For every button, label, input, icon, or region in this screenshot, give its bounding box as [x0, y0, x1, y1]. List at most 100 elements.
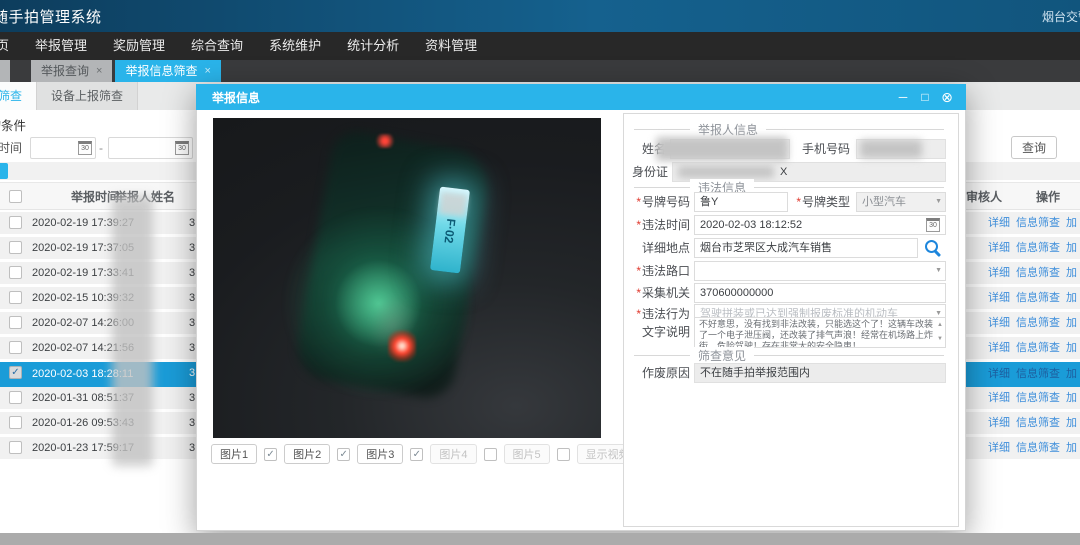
void-reason-label: 作废原因	[632, 363, 690, 383]
image-checkbox-3[interactable]: ✓	[410, 448, 423, 461]
minimize-icon[interactable]: ─	[892, 90, 914, 104]
select-all-checkbox[interactable]	[9, 190, 22, 203]
action-link-1[interactable]: 详细	[988, 317, 1010, 329]
row-checkbox[interactable]	[9, 291, 22, 304]
row-checkbox[interactable]	[9, 416, 22, 429]
action-link-3[interactable]: 加	[1066, 292, 1077, 304]
menu-item-2[interactable]: 举报管理	[22, 32, 100, 60]
action-link-2[interactable]: 信息筛查	[1016, 292, 1060, 304]
action-link-3[interactable]: 加	[1066, 342, 1077, 354]
plate-type-select[interactable]: 小型汽车	[856, 192, 946, 212]
void-reason-input[interactable]: 不在随手拍举报范围内	[694, 363, 946, 383]
close-icon[interactable]: ⊗	[936, 89, 958, 106]
subtab-1[interactable]: 举报筛查	[0, 82, 37, 110]
row-checkbox[interactable]: ✓	[9, 366, 22, 379]
subtab-2[interactable]: 设备上报筛查	[37, 82, 138, 110]
evidence-photo: F·02	[213, 118, 601, 438]
image-checkbox-1[interactable]: ✓	[264, 448, 277, 461]
section-review-label: 筛查意见	[690, 347, 754, 364]
row-checkbox[interactable]	[9, 441, 22, 454]
action-link-2[interactable]: 信息筛查	[1016, 392, 1060, 404]
query-button[interactable]: 查询	[1011, 136, 1057, 159]
toolbar-button-partial[interactable]	[0, 163, 8, 179]
violation-time-label: 违法时间	[642, 218, 690, 232]
action-link-1[interactable]: 详细	[988, 217, 1010, 229]
menu-item-4[interactable]: 综合查询	[178, 32, 256, 60]
image-button-2[interactable]: 图片2	[284, 444, 330, 464]
action-link-1[interactable]: 详细	[988, 368, 1010, 380]
date-from-input[interactable]: 30	[30, 137, 96, 159]
date-to-input[interactable]: 30	[108, 137, 193, 159]
action-link-2[interactable]: 信息筛查	[1016, 442, 1060, 454]
cell-id-partial: 3	[189, 337, 195, 359]
maximize-icon[interactable]: □	[914, 90, 936, 104]
image-button-1[interactable]: 图片1	[211, 444, 257, 464]
required-asterisk: *	[636, 264, 641, 278]
scroll-up-icon[interactable]: ▲	[937, 320, 943, 331]
plate-no-input[interactable]: 鲁Y	[694, 192, 788, 212]
menu-item-1[interactable]: 首页	[0, 32, 22, 60]
scroll-down-icon[interactable]: ▼	[937, 334, 943, 345]
tab-3[interactable]: 举报信息筛查×	[115, 60, 220, 82]
row-checkbox[interactable]	[9, 266, 22, 279]
action-link-3[interactable]: 加	[1066, 267, 1077, 279]
required-asterisk: *	[636, 218, 641, 232]
image-button-3[interactable]: 图片3	[357, 444, 403, 464]
action-link-1[interactable]: 详细	[988, 417, 1010, 429]
row-checkbox[interactable]	[9, 341, 22, 354]
action-link-1[interactable]: 详细	[988, 342, 1010, 354]
tab-close-icon[interactable]: ×	[96, 60, 102, 82]
calendar-icon[interactable]: 30	[175, 141, 189, 155]
agency-input[interactable]: 370600000000	[694, 283, 946, 303]
action-link-2[interactable]: 信息筛查	[1016, 217, 1060, 229]
image-button-5[interactable]: 图片5	[504, 444, 550, 464]
action-link-2[interactable]: 信息筛查	[1016, 417, 1060, 429]
cell-id-partial: 3	[189, 437, 195, 459]
image-checkbox-4[interactable]	[484, 448, 497, 461]
calendar-icon[interactable]: 30	[926, 218, 940, 232]
cell-id-partial: 3	[189, 287, 195, 309]
action-link-2[interactable]: 信息筛查	[1016, 342, 1060, 354]
action-link-3[interactable]: 加	[1066, 417, 1077, 429]
tab-2[interactable]: 举报查询 ×	[31, 60, 112, 82]
action-link-1[interactable]: 详细	[988, 242, 1010, 254]
action-link-3[interactable]: 加	[1066, 392, 1077, 404]
tab-1[interactable]: 首页	[0, 60, 10, 82]
action-link-3[interactable]: 加	[1066, 217, 1077, 229]
row-checkbox[interactable]	[9, 241, 22, 254]
action-link-3[interactable]: 加	[1066, 317, 1077, 329]
action-link-2[interactable]: 信息筛查	[1016, 368, 1060, 380]
modal-titlebar[interactable]: 举报信息 ─ □ ⊗	[196, 84, 966, 110]
image-checkbox-5[interactable]	[557, 448, 570, 461]
address-input[interactable]: 烟台市芝罘区大成汽车销售	[694, 238, 918, 258]
violation-time-input[interactable]: 2020-02-03 18:12:52	[694, 215, 946, 235]
calendar-icon[interactable]: 30	[78, 141, 92, 155]
menu-item-6[interactable]: 统计分析	[334, 32, 412, 60]
action-link-1[interactable]: 详细	[988, 442, 1010, 454]
description-textarea[interactable]: 不好意思，没有找到非法改装，只能选这个了！这辆车改装了一个电子泄压阀，还改装了排…	[694, 317, 946, 348]
action-link-2[interactable]: 信息筛查	[1016, 267, 1060, 279]
row-checkbox[interactable]	[9, 216, 22, 229]
action-link-3[interactable]: 加	[1066, 242, 1077, 254]
search-icon[interactable]	[922, 238, 944, 258]
section-violation: 违法信息	[634, 187, 944, 188]
menu-item-5[interactable]: 系统维护	[256, 32, 334, 60]
row-checkbox[interactable]	[9, 316, 22, 329]
action-link-2[interactable]: 信息筛查	[1016, 242, 1060, 254]
action-link-1[interactable]: 详细	[988, 267, 1010, 279]
image-checkbox-2[interactable]: ✓	[337, 448, 350, 461]
action-link-2[interactable]: 信息筛查	[1016, 317, 1060, 329]
action-link-3[interactable]: 加	[1066, 442, 1077, 454]
address-label: 详细地点	[632, 238, 690, 258]
bottom-scrollbar[interactable]	[0, 533, 1080, 545]
action-link-1[interactable]: 详细	[988, 392, 1010, 404]
menu-item-7[interactable]: 资料管理	[412, 32, 490, 60]
row-checkbox[interactable]	[9, 391, 22, 404]
menu-item-3[interactable]: 奖励管理	[100, 32, 178, 60]
crossing-select[interactable]	[694, 261, 946, 281]
tab-label: 举报查询	[41, 60, 89, 82]
action-link-1[interactable]: 详细	[988, 292, 1010, 304]
action-link-3[interactable]: 加	[1066, 368, 1077, 380]
tab-close-icon[interactable]: ×	[204, 60, 210, 82]
image-button-4[interactable]: 图片4	[430, 444, 476, 464]
